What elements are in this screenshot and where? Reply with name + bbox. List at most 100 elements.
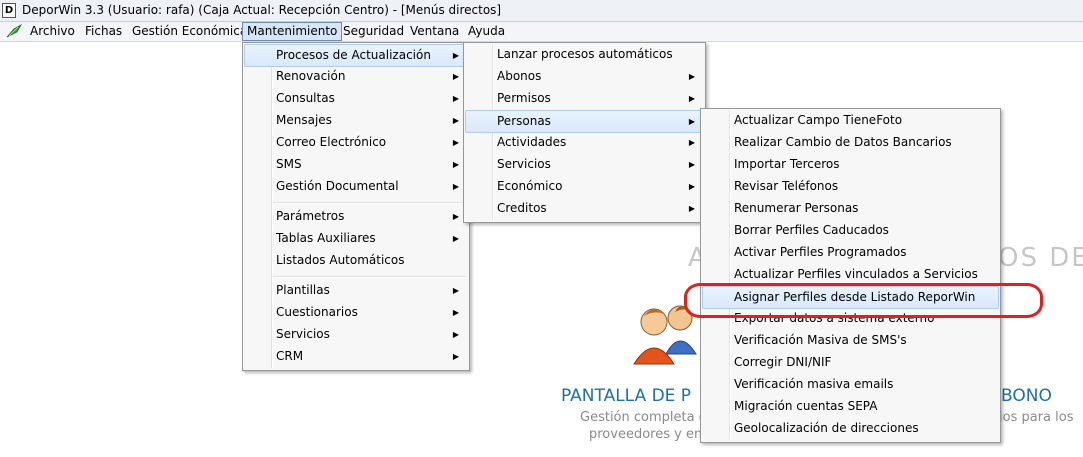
menu-item-renumerar-personas[interactable]: Renumerar Personas xyxy=(703,198,998,219)
menu-item-creditos[interactable]: Creditos ▶ xyxy=(466,198,703,219)
submenu-arrow-icon: ▶ xyxy=(452,94,459,103)
menu-separator xyxy=(273,276,466,278)
menu-item-correo-electronico[interactable]: Correo Electrónico ▶ xyxy=(245,132,467,153)
submenu-arrow-icon: ▶ xyxy=(452,138,459,147)
submenu-arrow-icon: ▶ xyxy=(452,182,459,191)
menu-item-exportar-datos[interactable]: Exportar datos a sistema externo xyxy=(703,308,998,329)
menu-seguridad[interactable]: Seguridad xyxy=(339,22,408,41)
submenu-arrow-icon: ▶ xyxy=(452,308,459,317)
menu-item-label: Parámetros xyxy=(276,209,345,223)
menu-item-sms[interactable]: SMS ▶ xyxy=(245,154,467,175)
menu-item-label: Borrar Perfiles Caducados xyxy=(734,223,889,237)
menu-item-label: Personas xyxy=(497,114,551,128)
menu-item-servicios-procesos[interactable]: Servicios ▶ xyxy=(466,154,703,175)
menu-item-label: Creditos xyxy=(497,201,547,215)
menu-item-renovacion[interactable]: Renovación ▶ xyxy=(245,66,467,87)
submenu-arrow-icon: ▶ xyxy=(688,94,695,103)
users-icon xyxy=(633,305,697,365)
menu-ventana[interactable]: Ventana xyxy=(406,22,463,41)
subtitle-fragment-1: Gestión completa de xyxy=(580,410,715,425)
submenu-arrow-icon: ▶ xyxy=(452,212,459,221)
menu-item-label: Consultas xyxy=(276,91,335,105)
menu-item-label: Servicios xyxy=(276,327,330,341)
menu-item-actualizar-perfiles-servicios[interactable]: Actualizar Perfiles vinculados a Servici… xyxy=(703,264,998,285)
menu-item-label: Actualizar Campo TieneFoto xyxy=(734,113,903,127)
menu-item-corregir-dni[interactable]: Corregir DNI/NIF xyxy=(703,352,998,373)
menu-item-label: Listados Automáticos xyxy=(276,253,405,267)
menu-item-cambio-datos-bancarios[interactable]: Realizar Cambio de Datos Bancarios xyxy=(703,132,998,153)
menu-item-asignar-perfiles-reporwin[interactable]: Asignar Perfiles desde Listado ReporWin xyxy=(702,286,999,309)
menu-archivo[interactable]: Archivo xyxy=(26,22,79,41)
menu-item-label: CRM xyxy=(276,349,304,363)
menu-item-mensajes[interactable]: Mensajes ▶ xyxy=(245,110,467,131)
menu-item-label: Actualizar Perfiles vinculados a Servici… xyxy=(734,267,978,281)
menu-item-consultas[interactable]: Consultas ▶ xyxy=(245,88,467,109)
menu-item-revisar-telefonos[interactable]: Revisar Teléfonos xyxy=(703,176,998,197)
menu-item-label: Realizar Cambio de Datos Bancarios xyxy=(734,135,952,149)
submenu-arrow-icon: ▶ xyxy=(452,72,459,81)
menu-item-migracion-sepa[interactable]: Migración cuentas SEPA xyxy=(703,396,998,417)
screen-title-fragment-right: BONO xyxy=(1001,386,1052,406)
menu-separator xyxy=(273,202,466,204)
menu-item-label: Mensajes xyxy=(276,113,332,127)
menu-item-activar-perfiles-programados[interactable]: Activar Perfiles Programados xyxy=(703,242,998,263)
procesos-actualizacion-menu: Lanzar procesos automáticos Abonos ▶ Perm… xyxy=(463,42,706,223)
mantenimiento-menu: Procesos de Actualización ▶ Renovación ▶ C… xyxy=(242,42,470,371)
menu-item-personas[interactable]: Personas ▶ xyxy=(465,110,704,133)
menu-item-label: Permisos xyxy=(497,91,551,105)
menu-item-gestion-documental[interactable]: Gestión Documental ▶ xyxy=(245,176,467,197)
menu-mantenimiento[interactable]: Mantenimiento xyxy=(242,22,343,41)
menu-item-label: Renovación xyxy=(276,69,346,83)
menu-item-label: Actividades xyxy=(497,135,567,149)
menu-ayuda[interactable]: Ayuda xyxy=(464,22,509,41)
menu-item-parametros[interactable]: Parámetros ▶ xyxy=(245,206,467,227)
menu-item-permisos[interactable]: Permisos ▶ xyxy=(466,88,703,109)
menu-fichas[interactable]: Fichas xyxy=(81,22,126,41)
menu-item-cuestionarios[interactable]: Cuestionarios ▶ xyxy=(245,302,467,323)
menu-item-label: Exportar datos a sistema externo xyxy=(734,311,935,325)
menu-item-lanzar-procesos[interactable]: Lanzar procesos automáticos xyxy=(466,44,703,65)
submenu-arrow-icon: ▶ xyxy=(452,234,459,243)
menu-item-importar-terceros[interactable]: Importar Terceros xyxy=(703,154,998,175)
window-title: DeporWin 3.3 (Usuario: rafa) (Caja Actua… xyxy=(22,3,502,17)
submenu-arrow-icon: ▶ xyxy=(452,330,459,339)
menu-item-label: Migración cuentas SEPA xyxy=(734,399,878,413)
menu-item-economico[interactable]: Económico ▶ xyxy=(466,176,703,197)
submenu-arrow-icon: ▶ xyxy=(452,116,459,125)
menu-item-label: Plantillas xyxy=(276,283,330,297)
menu-item-label: Asignar Perfiles desde Listado ReporWin xyxy=(734,290,976,304)
submenu-arrow-icon: ▶ xyxy=(452,286,459,295)
menu-item-label: SMS xyxy=(276,157,302,171)
menu-item-tablas-auxiliares[interactable]: Tablas Auxiliares ▶ xyxy=(245,228,467,249)
menu-item-listados-automaticos[interactable]: Listados Automáticos xyxy=(245,250,467,271)
submenu-arrow-icon: ▶ xyxy=(688,204,695,213)
menu-item-verificacion-sms[interactable]: Verificación Masiva de SMS's xyxy=(703,330,998,351)
menu-item-plantillas[interactable]: Plantillas ▶ xyxy=(245,280,467,301)
menu-item-crm[interactable]: CRM ▶ xyxy=(245,346,467,367)
menu-item-label: Importar Terceros xyxy=(734,157,840,171)
menu-item-label: Verificación Masiva de SMS's xyxy=(734,333,907,347)
subtitle-fragment-2: ios para los xyxy=(999,410,1074,425)
screen-title-fragment: PANTALLA DE P xyxy=(561,386,692,406)
menu-item-label: Lanzar procesos automáticos xyxy=(497,47,673,61)
submenu-arrow-icon: ▶ xyxy=(688,182,695,191)
menu-item-geolocalizacion[interactable]: Geolocalización de direcciones xyxy=(703,418,998,439)
menu-item-servicios[interactable]: Servicios ▶ xyxy=(245,324,467,345)
menu-item-label: Servicios xyxy=(497,157,551,171)
menu-item-actualizar-tienefoto[interactable]: Actualizar Campo TieneFoto xyxy=(703,110,998,131)
menu-item-label: Económico xyxy=(497,179,563,193)
menu-gestion-economica[interactable]: Gestión Económica xyxy=(128,22,251,41)
submenu-arrow-icon: ▶ xyxy=(688,160,695,169)
menu-item-procesos-actualizacion[interactable]: Procesos de Actualización ▶ xyxy=(244,44,468,67)
submenu-arrow-icon: ▶ xyxy=(452,352,459,361)
app-leaf-icon[interactable] xyxy=(6,24,22,38)
menu-item-abonos[interactable]: Abonos ▶ xyxy=(466,66,703,87)
submenu-arrow-icon: ▶ xyxy=(452,51,459,60)
menu-item-borrar-perfiles-caducados[interactable]: Borrar Perfiles Caducados xyxy=(703,220,998,241)
menu-item-actividades[interactable]: Actividades ▶ xyxy=(466,132,703,153)
menu-item-label: Cuestionarios xyxy=(276,305,358,319)
menu-item-verificacion-emails[interactable]: Verificación masiva emails xyxy=(703,374,998,395)
personas-menu: Actualizar Campo TieneFoto Realizar Camb… xyxy=(700,108,1001,443)
title-bar: D DeporWin 3.3 (Usuario: rafa) (Caja Act… xyxy=(0,0,1083,22)
submenu-arrow-icon: ▶ xyxy=(688,138,695,147)
